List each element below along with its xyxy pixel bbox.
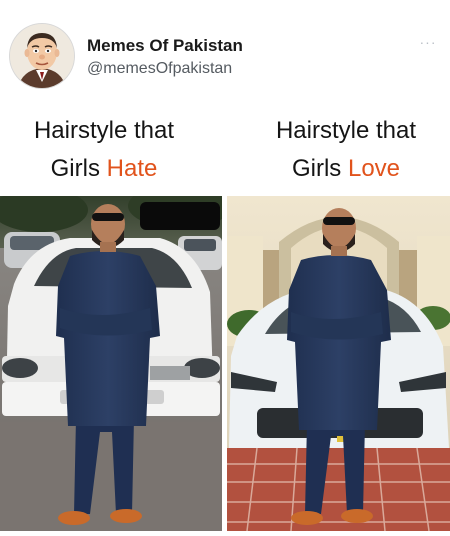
caption-left: Hairstyle that Girls Hate	[4, 112, 204, 188]
cartoon-avatar-icon	[10, 24, 74, 88]
caption-left-line1: Hairstyle that	[33, 117, 175, 144]
avatar[interactable]	[10, 24, 74, 88]
caption-left-highlight: Hate	[106, 155, 158, 182]
photo-left[interactable]	[0, 196, 222, 531]
caption-right-highlight: Love	[347, 155, 401, 182]
user-handle[interactable]: @memesOfpakistan	[87, 60, 232, 78]
caption-right-prefix: Girls	[291, 155, 348, 182]
caption-right-line1: Hairstyle that	[275, 117, 417, 144]
photo-left-image	[0, 196, 222, 531]
more-options-icon[interactable]: ···	[416, 34, 440, 50]
caption-left-prefix: Girls	[50, 155, 107, 182]
photo-right-image: 6	[227, 196, 450, 531]
photo-right[interactable]: 6	[227, 196, 450, 531]
caption-right: Hairstyle that Girls Love	[246, 112, 446, 188]
tweet-card: Memes Of Pakistan @memesOfpakistan ··· H…	[0, 0, 450, 536]
caption-right-line2: Girls Love	[246, 150, 446, 188]
display-name[interactable]: Memes Of Pakistan	[87, 36, 243, 56]
caption-left-line2: Girls Hate	[4, 150, 204, 188]
